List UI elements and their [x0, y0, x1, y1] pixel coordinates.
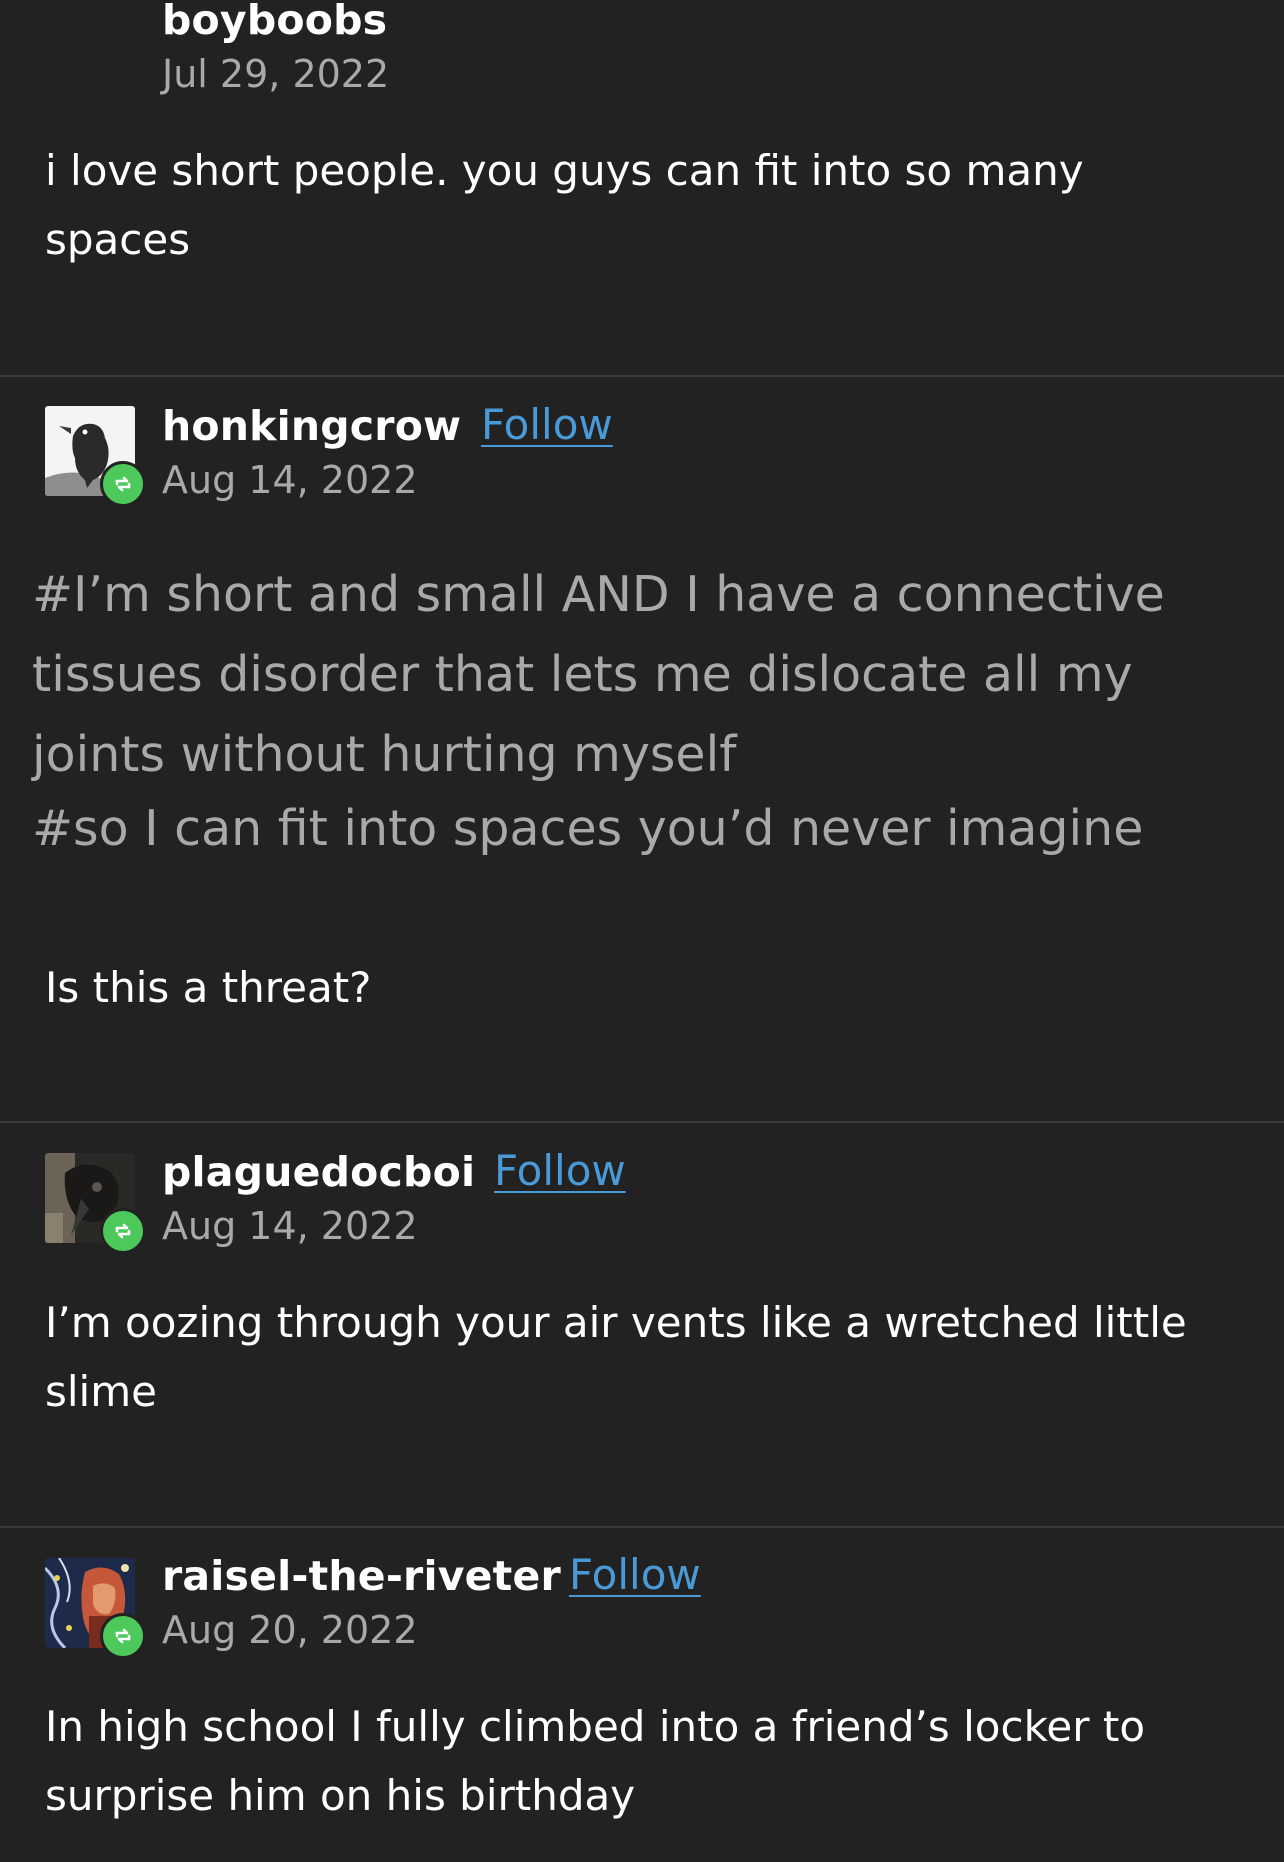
post-body: i love short people. you guys can fit in… [45, 146, 1084, 264]
username-raisel-the-riveter[interactable]: raisel-the-riveter [162, 1552, 561, 1600]
reblog-icon [100, 461, 146, 507]
post-body: I’m oozing through your air vents like a… [45, 1298, 1187, 1416]
tag-line[interactable]: tissues disorder that lets me dislocate … [32, 635, 1262, 715]
post-divider [0, 375, 1284, 377]
username-plaguedocboi[interactable]: plaguedocboi [162, 1148, 475, 1196]
follow-button[interactable]: Follow [481, 400, 613, 449]
reblog-icon [100, 1613, 146, 1659]
avatar[interactable] [45, 406, 146, 507]
post-date: Aug 20, 2022 [162, 1608, 418, 1652]
post-divider [0, 1121, 1284, 1123]
tag-line[interactable]: joints without hurting myself [32, 715, 1262, 795]
post-body: In high school I fully climbed into a fr… [45, 1702, 1146, 1820]
post-date: Aug 14, 2022 [162, 1204, 418, 1248]
username-boyboobs[interactable]: boyboobs [162, 0, 387, 44]
avatar[interactable] [45, 1153, 146, 1254]
post-divider [0, 1526, 1284, 1528]
follow-button[interactable]: Follow [569, 1550, 701, 1599]
tag-line[interactable]: #so I can fit into spaces you’d never im… [32, 789, 1262, 869]
username-honkingcrow[interactable]: honkingcrow [162, 402, 461, 450]
post-date: Aug 14, 2022 [162, 458, 418, 502]
reblog-icon [100, 1208, 146, 1254]
post-date: Jul 29, 2022 [162, 52, 390, 96]
avatar[interactable] [45, 1558, 146, 1659]
tag-line[interactable]: #I’m short and small AND I have a connec… [32, 555, 1262, 635]
follow-button[interactable]: Follow [494, 1146, 626, 1195]
post-tags: #I’m short and small AND I have a connec… [32, 555, 1262, 869]
post-body: Is this a threat? [45, 963, 372, 1012]
